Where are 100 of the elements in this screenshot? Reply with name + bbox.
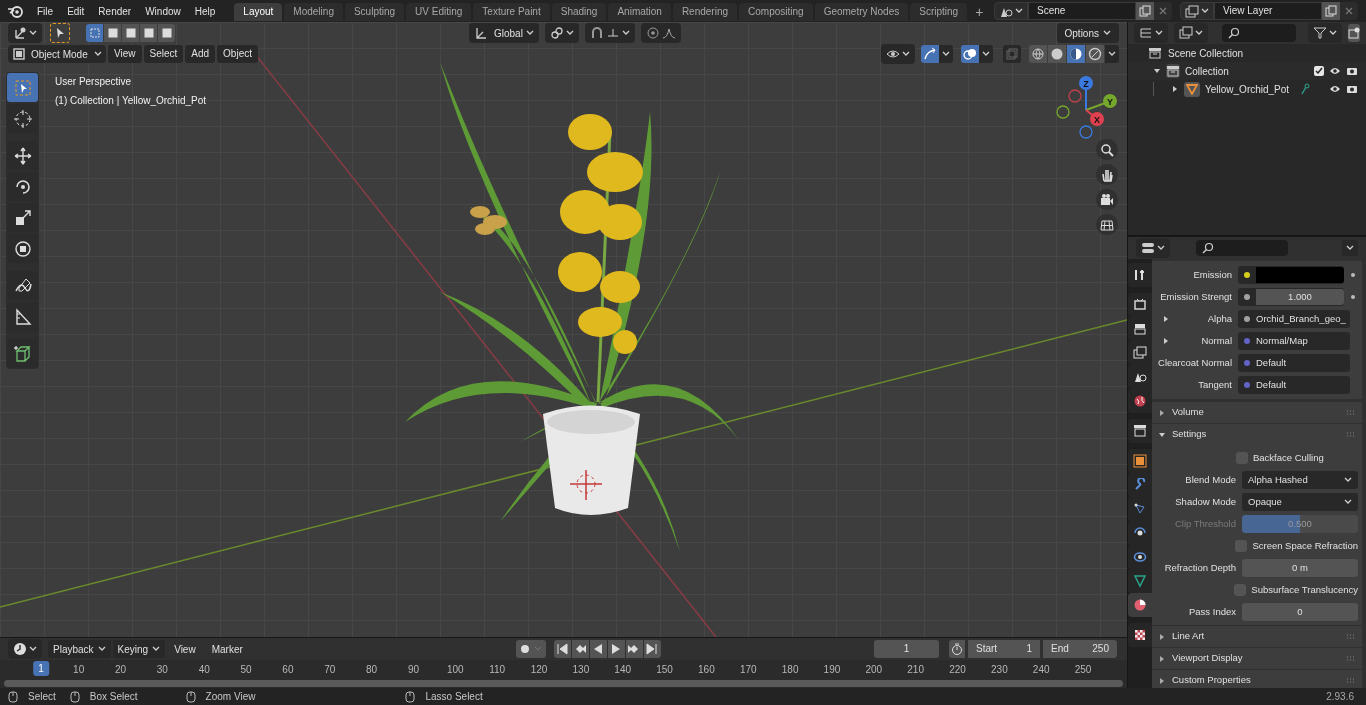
selection-mode-button[interactable] <box>158 24 175 42</box>
gizmo-toggle[interactable] <box>921 45 939 63</box>
editor-type-button[interactable] <box>8 23 42 43</box>
workspace-tab[interactable]: Geometry Nodes <box>814 3 909 21</box>
panel-header[interactable]: Custom Properties <box>1152 670 1362 688</box>
workspace-tab[interactable]: Compositing <box>739 3 813 21</box>
timeline-scrollbar[interactable] <box>4 679 1123 687</box>
eye-icon[interactable] <box>1329 84 1341 94</box>
playback-button[interactable] <box>625 640 643 658</box>
properties-tab[interactable] <box>1128 593 1152 617</box>
options-dropdown[interactable] <box>1342 240 1358 256</box>
tool-button[interactable] <box>7 339 38 368</box>
menu-item[interactable]: File <box>30 3 61 19</box>
linked-input-field[interactable]: Default <box>1238 354 1350 372</box>
dropdown[interactable]: Opaque <box>1242 493 1358 511</box>
shading-mode-button[interactable] <box>1048 45 1066 63</box>
checkbox[interactable]: Subsurface Translucency <box>1234 582 1358 598</box>
linked-input-field[interactable]: Orchid_Branch_geo_ <box>1238 310 1350 328</box>
add-workspace-button[interactable]: + <box>969 1 990 23</box>
editor-type-button[interactable] <box>1136 238 1170 258</box>
menu-item[interactable]: Marker <box>204 641 250 657</box>
menu-item[interactable]: Add <box>185 45 216 63</box>
exclude-checkbox[interactable] <box>1314 66 1324 76</box>
menu-item[interactable]: View <box>108 45 142 63</box>
menu-item[interactable]: Select <box>143 45 184 63</box>
panel-header[interactable]: Volume <box>1152 402 1362 423</box>
eye-icon[interactable] <box>1329 66 1341 76</box>
overlay-toggle[interactable] <box>961 45 979 63</box>
shading-dropdown[interactable] <box>1105 45 1119 63</box>
preview-range-toggle[interactable] <box>949 640 965 658</box>
workspace-tab[interactable]: Layout <box>234 3 283 21</box>
shading-mode-button[interactable] <box>1067 45 1085 63</box>
linked-input-field[interactable]: Default <box>1238 376 1350 394</box>
menu-item[interactable]: Render <box>91 3 139 19</box>
end-frame-field[interactable]: End 250 <box>1043 640 1117 658</box>
shading-mode-button[interactable] <box>1029 45 1047 63</box>
dropdown[interactable]: Alpha Hashed <box>1242 471 1358 489</box>
number-field[interactable]: 0 <box>1242 603 1358 621</box>
outliner-item[interactable]: Scene Collection <box>1168 45 1244 61</box>
collapsed-arrow-icon[interactable] <box>1162 315 1170 323</box>
mode-dropdown[interactable]: Object Mode <box>8 45 106 63</box>
menu-dropdown[interactable]: Keying <box>112 640 166 658</box>
checkbox[interactable]: Screen Space Refraction <box>1235 538 1358 554</box>
orientation-dropdown[interactable]: Global <box>469 23 539 43</box>
workspace-tab[interactable]: Shading <box>551 3 607 21</box>
menu-item[interactable]: View <box>167 641 203 657</box>
outliner-item[interactable]: Yellow_Orchid_Pot <box>1205 81 1290 97</box>
visibility-dropdown[interactable] <box>881 44 915 64</box>
close-icon[interactable] <box>1158 6 1168 16</box>
scene-selector-button[interactable] <box>1180 2 1214 20</box>
editor-type-button[interactable] <box>8 639 42 659</box>
camera-button[interactable] <box>1096 189 1118 210</box>
new-collection-button[interactable] <box>1347 24 1360 42</box>
workspace-tab[interactable]: Sculpting <box>344 3 405 21</box>
properties-tab[interactable] <box>1128 293 1152 317</box>
start-frame-field[interactable]: Start 1 <box>968 640 1040 658</box>
select-tool-button[interactable] <box>50 23 70 43</box>
expanded-arrow-icon[interactable] <box>1153 67 1161 75</box>
navigation-gizmo[interactable]: Z Y X <box>1056 76 1117 139</box>
number-field[interactable]: 1.000 <box>1256 289 1344 305</box>
selection-mode-button[interactable] <box>104 24 121 42</box>
properties-tab[interactable] <box>1128 623 1152 647</box>
camera-icon[interactable] <box>1346 66 1358 76</box>
properties-tab[interactable] <box>1128 449 1152 473</box>
panel-header[interactable]: Line Art <box>1152 626 1362 647</box>
gizmo-dropdown[interactable] <box>939 45 953 63</box>
snap-dropdown[interactable] <box>585 23 635 43</box>
panel-header[interactable]: Settings <box>1152 424 1362 445</box>
current-frame-marker[interactable]: 1 <box>33 661 49 676</box>
filter-dropdown[interactable] <box>1307 23 1342 43</box>
panel-header[interactable]: Viewport Display <box>1152 648 1362 669</box>
search-field[interactable] <box>1222 24 1296 42</box>
playback-button[interactable] <box>643 640 661 658</box>
checkbox[interactable]: Backface Culling <box>1236 450 1324 466</box>
close-icon[interactable] <box>1344 6 1354 16</box>
keyframe-dot-icon[interactable] <box>1350 294 1356 300</box>
name-field[interactable]: Scene <box>1028 2 1136 20</box>
workspace-tab[interactable]: Rendering <box>672 3 738 21</box>
playback-button[interactable] <box>589 640 607 658</box>
workspace-tab[interactable]: Animation <box>608 3 671 21</box>
copy-icon[interactable] <box>1139 5 1151 17</box>
menu-item[interactable]: Window <box>138 3 188 19</box>
hand-button[interactable] <box>1096 164 1118 185</box>
workspace-tab[interactable]: Modeling <box>284 3 343 21</box>
selection-mode-button[interactable] <box>140 24 157 42</box>
menu-dropdown[interactable]: Playback <box>48 640 111 658</box>
linked-input-field[interactable]: Normal/Map <box>1238 332 1350 350</box>
display-mode-dropdown[interactable] <box>1134 23 1168 43</box>
pivot-dropdown[interactable] <box>545 23 579 43</box>
current-frame-field[interactable]: 1 <box>874 640 939 658</box>
keyframe-dot-icon[interactable] <box>1350 272 1356 278</box>
zoom-button[interactable] <box>1096 139 1118 160</box>
shading-mode-button[interactable] <box>1086 45 1104 63</box>
number-field[interactable]: 0 m <box>1242 559 1358 577</box>
overlay-dropdown[interactable] <box>979 45 993 63</box>
collapsed-arrow-icon[interactable] <box>1162 337 1170 345</box>
blender-logo-icon[interactable] <box>7 4 23 18</box>
playback-button[interactable] <box>571 640 589 658</box>
playback-button[interactable] <box>553 640 571 658</box>
tool-button[interactable] <box>7 104 38 133</box>
